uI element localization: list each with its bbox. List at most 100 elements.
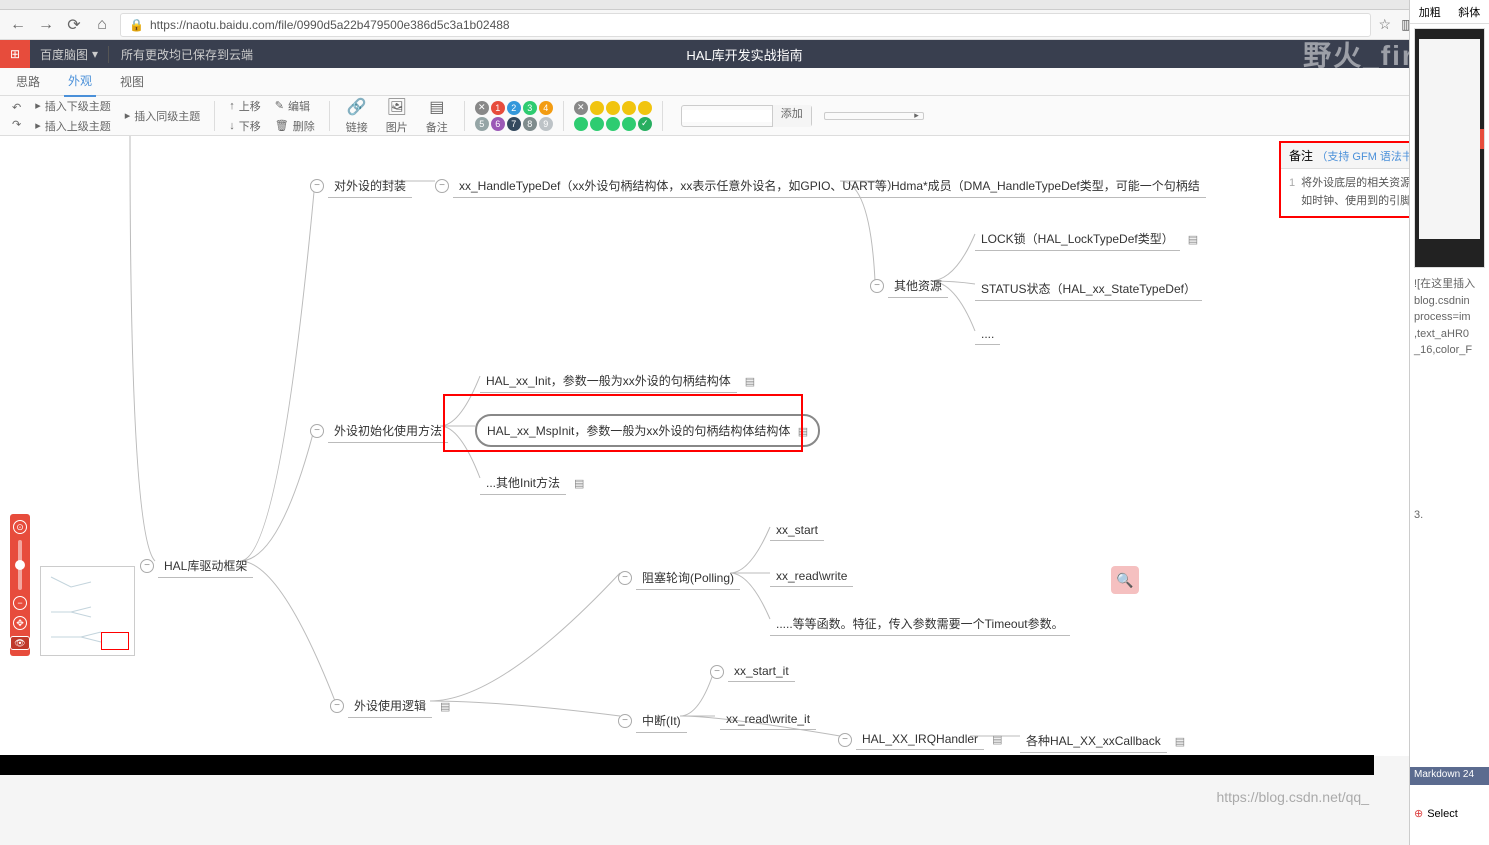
priority-dot[interactable] xyxy=(590,117,604,131)
mindmap-canvas[interactable]: − HAL库驱动框架 − 对外设的封装 − xx_HandleTypeDef（x… xyxy=(0,136,1489,756)
note-icon[interactable]: ▤ xyxy=(798,426,808,438)
node-interrupt[interactable]: − 中断(It) xyxy=(618,709,687,733)
zoom-slider[interactable] xyxy=(18,540,22,590)
priority-dot[interactable]: 2 xyxy=(507,101,521,115)
priority-dot[interactable] xyxy=(574,117,588,131)
preview-thumbnail[interactable] xyxy=(1414,28,1485,268)
priority-dot[interactable]: 4 xyxy=(539,101,553,115)
node-polling[interactable]: − 阻塞轮询(Polling) xyxy=(618,566,740,590)
node-root[interactable]: − HAL库驱动框架 xyxy=(140,554,253,578)
select-row[interactable]: ⊕ Select xyxy=(1414,807,1485,820)
move-button[interactable]: ✥ xyxy=(13,616,27,630)
brand-menu[interactable]: 百度脑图 ▾ xyxy=(30,46,108,63)
priority-dot[interactable]: 8 xyxy=(523,117,537,131)
move-up-button[interactable]: ↑上移 xyxy=(225,97,265,115)
note-icon[interactable]: ▤ xyxy=(745,375,755,388)
node-init-method[interactable]: − 外设初始化使用方法 xyxy=(310,419,448,443)
toggle-icon[interactable]: − xyxy=(310,179,324,193)
insert-same-button[interactable]: ▸插入同级主题 xyxy=(121,107,205,125)
priority-dot[interactable]: ✓ xyxy=(638,117,652,131)
toggle-icon[interactable]: − xyxy=(618,571,632,585)
priority-dot[interactable]: 9 xyxy=(539,117,553,131)
note-icon[interactable]: ▤ xyxy=(992,733,1002,746)
delete-button[interactable]: 🗑删除 xyxy=(271,117,319,135)
resource-input[interactable] xyxy=(682,110,772,122)
minimap-viewport[interactable] xyxy=(101,632,129,650)
app-logo-icon[interactable]: ⊞ xyxy=(0,40,30,68)
url-bar[interactable]: 🔒 https://naotu.baidu.com/file/0990d5a22… xyxy=(120,13,1371,37)
forward-button[interactable]: → xyxy=(36,15,56,35)
italic-tab[interactable]: 斜体 xyxy=(1450,0,1489,23)
undo-button[interactable]: ↶ xyxy=(8,100,25,115)
toggle-icon[interactable]: − xyxy=(838,733,852,747)
note-button[interactable]: ▤备注 xyxy=(420,95,454,137)
priority-dot[interactable]: ✕ xyxy=(574,101,588,115)
priority-dot[interactable]: 1 xyxy=(491,101,505,115)
node-xx-start[interactable]: xx_start xyxy=(770,520,824,541)
priority-dot[interactable] xyxy=(590,101,604,115)
reload-button[interactable]: ⟳ xyxy=(64,15,84,35)
editor-text[interactable]: ![在这里插入 blog.csdnin process=im ,text_aHR… xyxy=(1410,272,1489,528)
home-button[interactable]: ⌂ xyxy=(92,15,112,35)
node-lock[interactable]: LOCK锁（HAL_LockTypeDef类型） ▤ xyxy=(975,227,1198,251)
toggle-icon[interactable]: − xyxy=(140,559,154,573)
redo-button[interactable]: ↷ xyxy=(8,117,25,132)
document-title[interactable]: HAL库开发实战指南 xyxy=(686,45,802,64)
priority-dot[interactable] xyxy=(606,117,620,131)
minimap[interactable] xyxy=(40,566,135,656)
toggle-icon[interactable]: − xyxy=(310,424,324,438)
priority-dot[interactable]: 3 xyxy=(523,101,537,115)
priority-dot[interactable]: 7 xyxy=(507,117,521,131)
priority-dot[interactable] xyxy=(622,101,636,115)
node-wrapper[interactable]: − 对外设的封装 xyxy=(310,174,412,198)
toggle-icon[interactable]: − xyxy=(618,714,632,728)
node-irqhandler[interactable]: − HAL_XX_IRQHandler ▤ xyxy=(838,729,1002,750)
node-hal-init[interactable]: HAL_xx_Init，参数一般为xx外设的句柄结构体 ▤ xyxy=(480,369,755,393)
insert-sibling-button[interactable]: ▸插入上级主题 xyxy=(31,117,115,135)
insert-sub-button[interactable]: ▸插入下级主题 xyxy=(31,97,115,115)
node-usage-logic[interactable]: − 外设使用逻辑 ▤ xyxy=(330,694,450,718)
node-xx-rw[interactable]: xx_read\write xyxy=(770,566,853,587)
node-etc1[interactable]: .... xyxy=(975,324,1000,345)
locate-button[interactable]: ⊙ xyxy=(13,520,27,534)
note-icon[interactable]: ▤ xyxy=(574,477,584,490)
link-button[interactable]: 🔗链接 xyxy=(340,95,374,137)
priority-dot[interactable] xyxy=(638,101,652,115)
priority-selector[interactable]: ✕1234 56789 xyxy=(475,101,553,131)
node-callback[interactable]: 各种HAL_XX_xxCallback ▤ xyxy=(1020,729,1185,753)
node-other-resource[interactable]: − 其他资源 xyxy=(870,274,948,298)
node-rw-it[interactable]: xx_read\write_it xyxy=(720,709,816,730)
font-slider[interactable] xyxy=(824,112,924,120)
node-hdma[interactable]: Hdma*成员（DMA_HandleTypeDef类型，可能一个句柄结 xyxy=(885,174,1206,198)
priority-dot[interactable]: 5 xyxy=(475,117,489,131)
move-down-button[interactable]: ↓下移 xyxy=(225,117,265,135)
bold-tab[interactable]: 加粗 xyxy=(1410,0,1450,23)
priority-dot[interactable] xyxy=(622,117,636,131)
note-icon[interactable]: ▤ xyxy=(440,700,450,713)
toggle-icon[interactable]: − xyxy=(330,699,344,713)
toggle-icon[interactable]: − xyxy=(710,665,724,679)
node-other-init[interactable]: ...其他Init方法 ▤ xyxy=(480,471,584,495)
tab-view[interactable]: 视图 xyxy=(116,67,148,96)
edit-button[interactable]: ✎编辑 xyxy=(271,97,319,115)
node-timeout[interactable]: .....等等函数。特征，传入参数需要一个Timeout参数。 xyxy=(770,612,1070,636)
tab-idea[interactable]: 思路 xyxy=(12,67,44,96)
note-icon[interactable]: ▤ xyxy=(1188,233,1198,246)
priority-dot[interactable]: 6 xyxy=(491,117,505,131)
back-button[interactable]: ← xyxy=(8,15,28,35)
tab-appearance[interactable]: 外观 xyxy=(64,66,96,97)
eye-button[interactable]: 👁 xyxy=(10,636,30,650)
node-handletypedef[interactable]: − xx_HandleTypeDef（xx外设句柄结构体，xx表示任意外设名，如… xyxy=(435,174,905,198)
node-hal-mspinit[interactable]: HAL_xx_MspInit，参数一般为xx外设的句柄结构体结构体 ▤ xyxy=(475,414,820,447)
priority-dot[interactable] xyxy=(606,101,620,115)
add-resource-button[interactable]: 添加 xyxy=(772,105,811,127)
toggle-icon[interactable]: − xyxy=(870,279,884,293)
star-icon[interactable]: ☆ xyxy=(1379,16,1392,33)
node-start-it[interactable]: − xx_start_it xyxy=(710,661,795,682)
node-status[interactable]: STATUS状态（HAL_xx_StateTypeDef） xyxy=(975,277,1202,301)
toggle-icon[interactable]: − xyxy=(435,179,449,193)
note-icon[interactable]: ▤ xyxy=(1175,735,1185,748)
progress-selector[interactable]: ✕ ✓ xyxy=(574,101,652,131)
search-overlay-icon[interactable]: 🔍 xyxy=(1111,566,1139,594)
image-button[interactable]: 🖼图片 xyxy=(380,95,414,137)
